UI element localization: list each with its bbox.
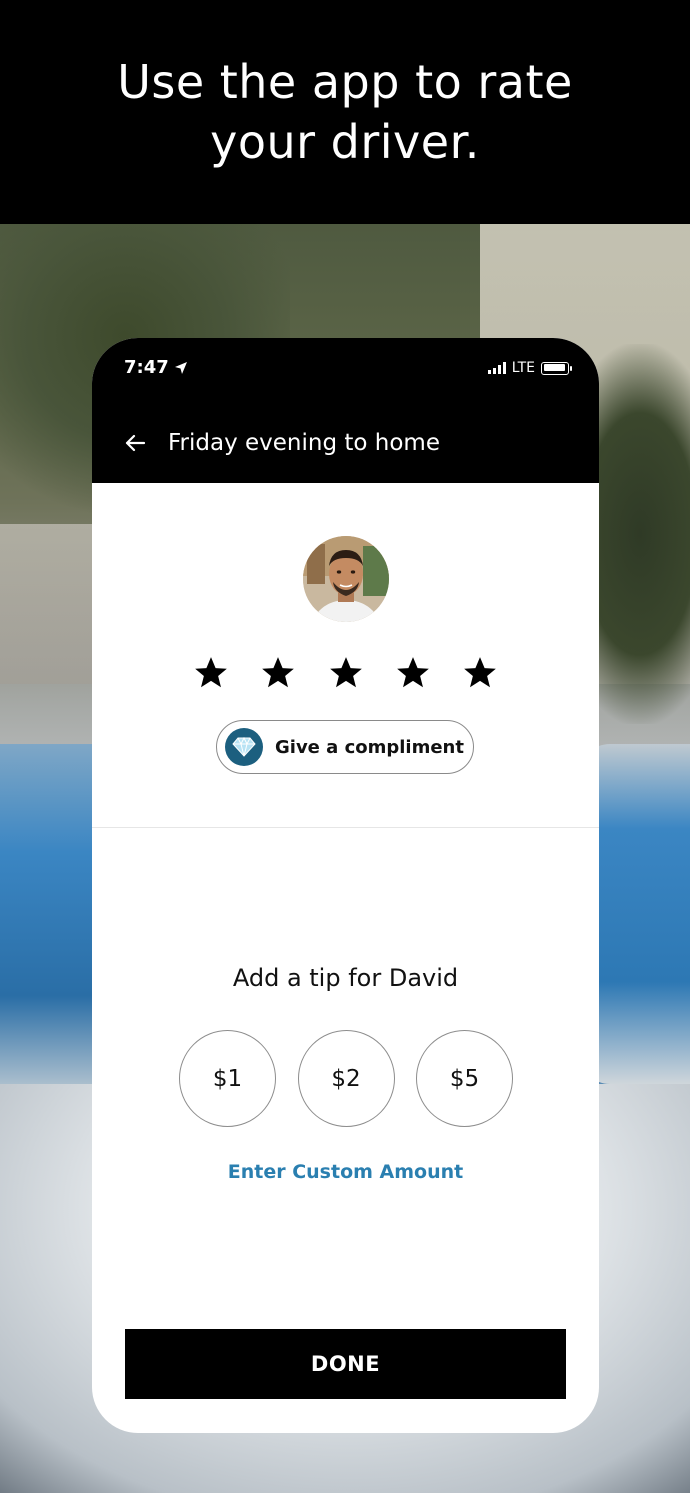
- headline-line-1: Use the app to rate: [117, 55, 573, 109]
- driver-photo: [303, 536, 389, 622]
- battery-icon: [541, 361, 572, 375]
- diamond-icon: [225, 728, 263, 766]
- section-divider: [92, 827, 599, 828]
- status-indicators: LTE: [487, 360, 572, 376]
- done-button[interactable]: DONE: [125, 1329, 566, 1399]
- star-icon[interactable]: [259, 654, 297, 692]
- tip-option-2[interactable]: $2: [297, 1030, 395, 1127]
- star-icon[interactable]: [394, 654, 432, 692]
- tip-options: $1 $2 $5: [179, 1030, 513, 1128]
- back-arrow-icon[interactable]: [124, 432, 146, 454]
- phone-screen: 7:47 LTE Friday evening to home Give a c…: [92, 338, 599, 1433]
- enter-custom-amount-link[interactable]: Enter Custom Amount: [92, 1161, 599, 1183]
- tip-option-1[interactable]: $1: [179, 1030, 276, 1127]
- star-icon[interactable]: [327, 654, 365, 692]
- headline-band: Use the app to rate your driver.: [0, 0, 690, 224]
- phone-header: 7:47 LTE Friday evening to home: [92, 338, 599, 483]
- driver-avatar: [303, 536, 389, 622]
- phone-notch: [204, 338, 486, 382]
- network-label: LTE: [511, 360, 535, 376]
- give-compliment-button[interactable]: Give a compliment: [216, 720, 474, 774]
- status-time: 7:47: [124, 357, 169, 378]
- headline-line-2: your driver.: [210, 115, 480, 169]
- signal-bars-icon: [487, 362, 506, 374]
- trip-title: Friday evening to home: [168, 430, 440, 456]
- star-rating: [192, 648, 499, 698]
- star-icon[interactable]: [192, 654, 230, 692]
- location-arrow-icon: [175, 362, 187, 374]
- compliment-label: Give a compliment: [275, 736, 464, 758]
- tip-title: Add a tip for David: [232, 964, 459, 992]
- star-icon[interactable]: [461, 654, 499, 692]
- tip-option-5[interactable]: $5: [416, 1030, 513, 1127]
- photo-wall: [0, 524, 100, 684]
